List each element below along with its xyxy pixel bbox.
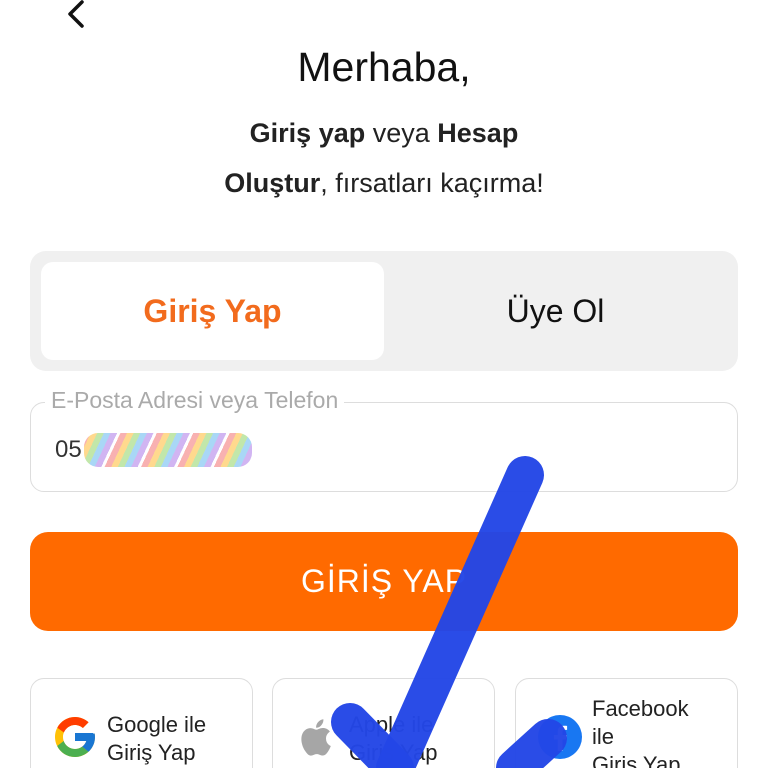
page-title: Merhaba, — [297, 44, 471, 90]
chevron-left-icon[interactable] — [60, 0, 96, 36]
apple-login-label-2: Giriş Yap — [349, 740, 438, 765]
subtitle-login-text: Giriş yap — [249, 118, 366, 148]
email-phone-value[interactable]: 05 — [55, 433, 252, 467]
email-phone-value-prefix: 05 — [55, 436, 82, 463]
facebook-login-label-3: Giriş Yap — [592, 752, 681, 768]
facebook-icon — [538, 715, 582, 759]
tab-signup[interactable]: Üye Ol — [384, 262, 727, 360]
google-login-button[interactable]: Google ile Giriş Yap — [30, 678, 253, 768]
apple-icon — [301, 719, 331, 756]
login-button[interactable]: GİRİŞ YAP — [30, 532, 738, 631]
google-login-label-1: Google ile — [107, 712, 207, 737]
auth-tabs: Giriş Yap Üye Ol — [30, 251, 738, 371]
redaction-scribble — [83, 433, 252, 467]
subtitle-create-text-1: Hesap — [437, 118, 519, 148]
google-login-label: Google ile Giriş Yap — [107, 711, 206, 767]
facebook-login-label-1: Facebook — [592, 696, 689, 721]
tab-login[interactable]: Giriş Yap — [41, 262, 384, 360]
facebook-login-button[interactable]: Facebook ile Giriş Yap — [515, 678, 738, 768]
email-phone-field[interactable]: E-Posta Adresi veya Telefon 05 — [30, 387, 738, 492]
apple-login-label-1: Apple ile — [349, 712, 434, 737]
subtitle-create-text-2: Oluştur — [224, 168, 321, 198]
apple-login-button[interactable]: Apple ile Giriş Yap — [272, 678, 495, 768]
google-login-label-2: Giriş Yap — [107, 740, 196, 765]
apple-login-label: Apple ile Giriş Yap — [349, 711, 437, 767]
google-icon — [55, 717, 95, 757]
page-subtitle: Giriş yap veya Hesap Oluştur, fırsatları… — [0, 108, 768, 208]
subtitle-rest-text: , fırsatları kaçırma! — [320, 168, 544, 198]
email-phone-label: E-Posta Adresi veya Telefon — [45, 387, 345, 414]
facebook-login-label: Facebook ile Giriş Yap — [592, 695, 689, 768]
subtitle-or-text: veya — [365, 118, 438, 148]
facebook-login-label-2: ile — [592, 724, 615, 749]
